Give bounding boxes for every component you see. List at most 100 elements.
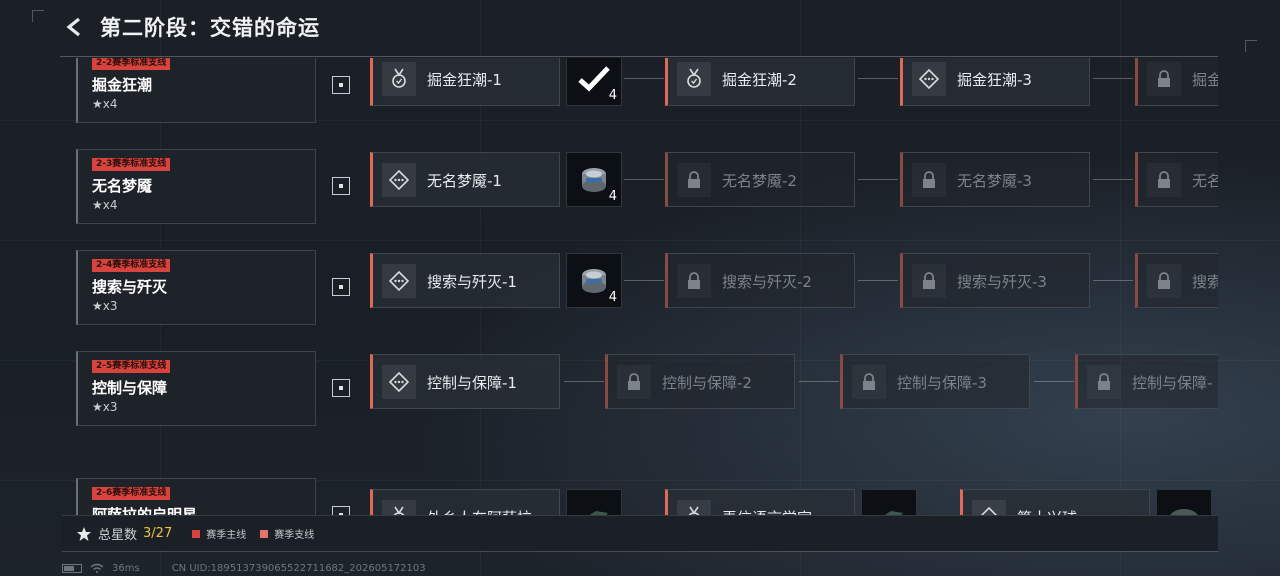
reward-item[interactable] bbox=[566, 489, 622, 516]
quest-node[interactable]: 搜索与歼灭-2 bbox=[665, 253, 855, 308]
quest-node[interactable]: 搜索与歼灭-3 bbox=[900, 253, 1090, 308]
connector-line bbox=[1034, 381, 1074, 382]
quest-node-label: 搜索与歼灭-2 bbox=[722, 273, 812, 291]
expand-toggle[interactable] bbox=[332, 278, 350, 296]
chapter-tag: 2-5赛季标准支线 bbox=[92, 360, 171, 373]
diamond-icon bbox=[382, 365, 416, 399]
status-bar: 36ms CN UID:18951373906552271168​2_20260… bbox=[62, 560, 426, 576]
legend-side-label: 赛季支线 bbox=[274, 530, 315, 541]
chapter-stars: ★x3 bbox=[92, 299, 118, 313]
chapter-card[interactable]: 2-5赛季标准支线 控制与保障 ★x3 bbox=[76, 351, 316, 426]
canister-icon bbox=[582, 167, 606, 192]
lock-icon bbox=[1147, 163, 1181, 197]
star-icon bbox=[77, 526, 91, 541]
chapter-stars: ★x4 bbox=[92, 97, 118, 111]
quest-node-label: 无名 bbox=[1192, 172, 1218, 190]
quest-list[interactable]: 2-2赛季标准支线 掘金狂潮 ★x4 掘金狂潮-1 4 掘金狂潮-2 掘金狂潮-… bbox=[62, 58, 1218, 516]
chapter-stars: ★x4 bbox=[92, 198, 118, 212]
reward-quantity: 4 bbox=[608, 189, 617, 204]
quest-node-label: 掘金狂潮-3 bbox=[957, 71, 1032, 89]
connector-line bbox=[564, 381, 604, 382]
connector-line bbox=[799, 381, 839, 382]
medal-icon bbox=[382, 500, 416, 516]
quest-node[interactable]: 控制与保障-2 bbox=[605, 354, 795, 409]
reward-item[interactable]: 4 bbox=[566, 58, 622, 106]
page-header: 第二阶段：交错的命运 bbox=[60, 8, 320, 46]
chapter-card[interactable]: 2-6赛季标准支线 阿萨拉的启明星 bbox=[76, 478, 316, 516]
connector-line bbox=[624, 179, 664, 180]
quest-row: 2-2赛季标准支线 掘金狂潮 ★x4 掘金狂潮-1 4 掘金狂潮-2 掘金狂潮-… bbox=[62, 58, 1218, 124]
diamond-icon bbox=[382, 264, 416, 298]
quest-node[interactable]: 外乡人在阿萨拉 bbox=[370, 489, 560, 516]
quest-node[interactable]: 掘金狂潮-2 bbox=[665, 58, 855, 106]
chapter-card[interactable]: 2-2赛季标准支线 掘金狂潮 ★x4 bbox=[76, 58, 316, 123]
footer-bar: 总星数 3/27 赛季主线 赛季支线 bbox=[62, 515, 1218, 551]
quest-node-label: 控制与保障- bbox=[1132, 374, 1213, 392]
quest-node[interactable]: 控制与保障- bbox=[1075, 354, 1218, 409]
diamond-icon bbox=[972, 500, 1006, 516]
quest-row: 2-5赛季标准支线 控制与保障 ★x3 控制与保障-1 控制与保障-2 控制与保… bbox=[62, 351, 1218, 427]
connector-line bbox=[1093, 78, 1133, 79]
quest-node-label: 搜索 bbox=[1192, 273, 1218, 291]
medal-icon bbox=[382, 62, 416, 96]
quest-node-label: 无名梦魇-2 bbox=[722, 172, 797, 190]
expand-toggle[interactable] bbox=[332, 379, 350, 397]
diamond-icon bbox=[382, 163, 416, 197]
connector-line bbox=[624, 78, 664, 79]
reward-item[interactable] bbox=[1156, 489, 1212, 516]
quest-row: 2-3赛季标准支线 无名梦魇 ★x4 无名梦魇-1 4 无名梦魇-2 无名梦魇-… bbox=[62, 149, 1218, 225]
quest-node[interactable]: 控制与保障-1 bbox=[370, 354, 560, 409]
connector-line bbox=[1093, 179, 1133, 180]
diamond-icon bbox=[912, 62, 946, 96]
quest-node[interactable]: 无名梦魇-2 bbox=[665, 152, 855, 207]
back-arrow-icon[interactable] bbox=[60, 12, 90, 42]
lock-icon bbox=[677, 264, 711, 298]
quest-node[interactable]: 掘金狂潮-3 bbox=[900, 58, 1090, 106]
expand-toggle[interactable] bbox=[332, 177, 350, 195]
bottom-divider bbox=[62, 551, 1218, 552]
chapter-name: 无名梦魇 bbox=[92, 177, 153, 195]
connector-line bbox=[1093, 280, 1133, 281]
reward-item[interactable]: 4 bbox=[566, 152, 622, 207]
checkmark-icon bbox=[578, 65, 610, 91]
lock-icon bbox=[617, 365, 651, 399]
chapter-stars: ★x3 bbox=[92, 400, 118, 414]
page-title: 第二阶段：交错的命运 bbox=[100, 16, 320, 40]
quest-node[interactable]: 第十兴球 bbox=[960, 489, 1150, 516]
quest-node[interactable]: 掘金 bbox=[1135, 58, 1218, 106]
connector-line bbox=[624, 280, 664, 281]
quest-node-label: 无名梦魇-1 bbox=[427, 172, 502, 190]
quest-row: 2-4赛季标准支线 搜索与歼灭 ★x3 搜索与歼灭-1 4 搜索与歼灭-2 搜索… bbox=[62, 250, 1218, 326]
reward-quantity: 4 bbox=[608, 88, 617, 103]
quest-node[interactable]: 无名梦魇-3 bbox=[900, 152, 1090, 207]
medal-icon bbox=[677, 62, 711, 96]
lock-icon bbox=[677, 163, 711, 197]
quest-node-label: 控制与保障-1 bbox=[427, 374, 517, 392]
canister-icon bbox=[582, 268, 606, 293]
reward-item[interactable] bbox=[861, 489, 917, 516]
quest-node-label: 控制与保障-3 bbox=[897, 374, 987, 392]
header-divider bbox=[60, 56, 1218, 57]
lock-icon bbox=[1087, 365, 1121, 399]
quest-node[interactable]: 无名 bbox=[1135, 152, 1218, 207]
quest-node[interactable]: 控制与保障-3 bbox=[840, 354, 1030, 409]
total-stars-value: 3/27 bbox=[143, 526, 173, 541]
chapter-card[interactable]: 2-3赛季标准支线 无名梦魇 ★x4 bbox=[76, 149, 316, 224]
battery-icon bbox=[62, 563, 82, 573]
medal-icon bbox=[677, 500, 711, 516]
legend-main-swatch bbox=[192, 529, 201, 538]
lock-icon bbox=[912, 264, 946, 298]
chapter-name: 搜索与歼灭 bbox=[92, 278, 168, 296]
ping-value: 36ms bbox=[112, 562, 140, 574]
reward-item[interactable]: 4 bbox=[566, 253, 622, 308]
expand-toggle[interactable] bbox=[332, 76, 350, 94]
legend-side-swatch bbox=[260, 529, 269, 538]
quest-node[interactable]: 搜索与歼灭-1 bbox=[370, 253, 560, 308]
quest-node[interactable]: 掘金狂潮-1 bbox=[370, 58, 560, 106]
chapter-card[interactable]: 2-4赛季标准支线 搜索与歼灭 ★x3 bbox=[76, 250, 316, 325]
quest-node[interactable]: 无名梦魇-1 bbox=[370, 152, 560, 207]
quest-node-label: 搜索与歼灭-3 bbox=[957, 273, 1047, 291]
quest-node[interactable]: 弄信语言学家 bbox=[665, 489, 855, 516]
chapter-tag: 2-3赛季标准支线 bbox=[92, 158, 171, 171]
quest-node[interactable]: 搜索 bbox=[1135, 253, 1218, 308]
